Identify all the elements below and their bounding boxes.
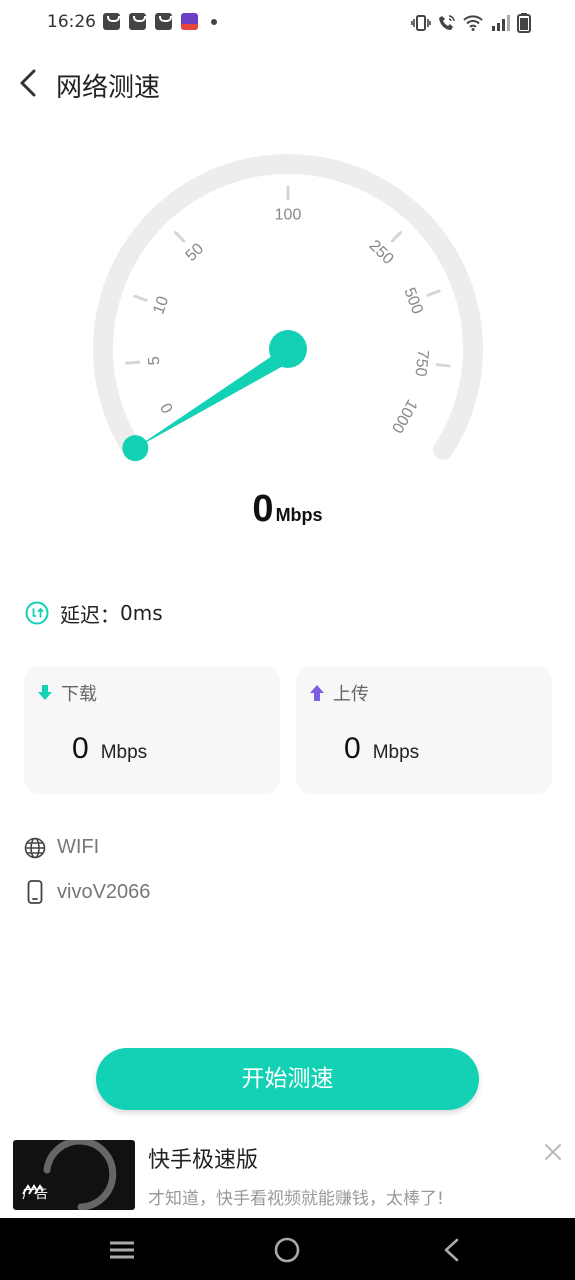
close-icon — [545, 1144, 561, 1160]
upload-value: 0 — [344, 732, 361, 765]
menu-icon — [110, 1241, 134, 1259]
header: 网络测速 — [0, 58, 575, 108]
download-card: 下载 0 Mbps — [24, 666, 280, 794]
battery-icon — [517, 13, 531, 33]
download-arrow-icon — [38, 685, 52, 700]
gauge-tick — [390, 230, 403, 243]
gauge-tick — [173, 230, 186, 243]
ad-thumbnail[interactable]: 广告 — [13, 1140, 135, 1210]
vibrate-icon — [411, 15, 431, 31]
upload-card: 上传 0 Mbps — [296, 666, 552, 794]
needle-hub — [269, 330, 307, 368]
latency-value: 0ms — [120, 601, 163, 625]
speed-gauge: 0510501002505007501000 — [93, 154, 483, 462]
chevron-left-icon — [20, 69, 36, 97]
latency-row: 延迟： 0ms — [25, 598, 163, 628]
network-type: WIFI — [57, 836, 100, 858]
gauge-tick-label: 750 — [411, 349, 431, 377]
gauge-tick-label: 10 — [150, 294, 172, 316]
upload-title: 上传 — [333, 684, 369, 705]
back-button[interactable] — [14, 66, 46, 100]
ad-title: 快手极速版 — [148, 1148, 259, 1173]
start-speed-test-button[interactable]: 开始测速 — [96, 1048, 479, 1110]
status-bar: 16:26 — [0, 0, 575, 48]
ad-description: 才知道，快手看视频就能赚钱，太棒了! — [148, 1189, 444, 1209]
gauge-needle — [132, 352, 292, 450]
device-name: vivoV2066 — [57, 880, 151, 903]
ad-banner[interactable]: 广告 快手极速版 才知道，快手看视频就能赚钱，太棒了! — [0, 1138, 575, 1218]
gauge-tick-label: 0 — [158, 400, 177, 416]
ad-logo-icon — [22, 1184, 44, 1195]
gauge-tick — [125, 360, 141, 365]
shopping-bag-icon — [129, 13, 146, 30]
home-circle-icon — [274, 1237, 300, 1263]
download-title: 下载 — [61, 684, 97, 705]
signal-icon — [492, 15, 510, 31]
latency-icon — [25, 601, 49, 625]
download-unit: Mbps — [100, 742, 148, 763]
speed-readout: 0 Mbps — [0, 488, 575, 531]
status-time: 16:26 — [47, 12, 96, 32]
back-triangle-icon — [444, 1238, 459, 1262]
ad-tag: 广告 — [22, 1183, 48, 1202]
gauge-tick — [133, 294, 148, 302]
shopping-bag-icon — [155, 13, 172, 30]
app-notification-icon — [181, 13, 198, 30]
gauge-tick-label: 5 — [146, 355, 164, 365]
gauge-tick-label: 500 — [400, 285, 425, 316]
ad-close-button[interactable] — [541, 1140, 565, 1164]
upload-unit: Mbps — [372, 742, 420, 763]
more-notifications-dot-icon — [211, 19, 217, 25]
speed-value: 0 — [252, 488, 274, 530]
system-nav-bar — [0, 1218, 575, 1280]
gauge-tick-label: 100 — [275, 207, 302, 224]
call-icon — [439, 15, 455, 30]
gauge-tick-label: 1000 — [388, 396, 421, 435]
wifi-icon — [463, 15, 483, 31]
gauge-tick — [435, 363, 451, 368]
latency-label: 延迟： — [60, 602, 120, 627]
gauge-labels: 0510501002505007501000 — [146, 207, 431, 436]
device-row: vivoV2066 — [24, 880, 150, 904]
globe-icon — [24, 837, 46, 858]
upload-arrow-icon — [310, 685, 324, 701]
phone-icon — [27, 880, 43, 904]
nav-menu-button[interactable] — [107, 1235, 137, 1265]
nav-home-button[interactable] — [272, 1235, 302, 1265]
status-icons — [411, 12, 531, 34]
shopping-bag-icon — [103, 13, 120, 30]
gauge-tick — [426, 289, 441, 297]
gauge-tick-label: 50 — [183, 240, 208, 265]
nav-back-button[interactable] — [437, 1235, 467, 1265]
speed-unit: Mbps — [275, 505, 323, 525]
needle-start-dot — [122, 435, 149, 462]
download-value: 0 — [72, 732, 89, 765]
page-title: 网络测速 — [56, 73, 161, 103]
network-type-row: WIFI — [24, 836, 99, 859]
